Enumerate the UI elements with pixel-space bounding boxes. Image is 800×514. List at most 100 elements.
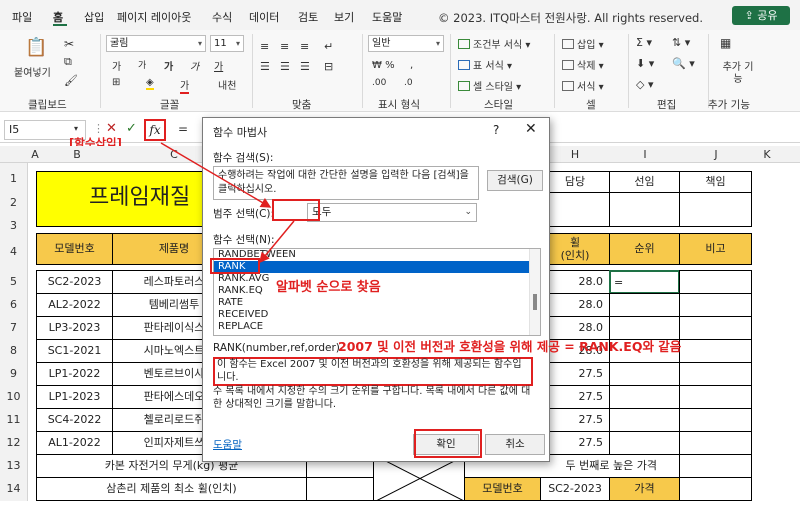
border-icon[interactable]: ⊞ bbox=[112, 77, 120, 88]
cell-wheel[interactable]: 27.5 bbox=[540, 408, 610, 432]
function-item[interactable]: RECEIVED bbox=[214, 309, 540, 321]
approval-header-manager[interactable]: 담당 bbox=[540, 171, 610, 193]
sort-filter-icon[interactable]: ⇅ ▾ bbox=[672, 36, 690, 49]
function-item[interactable]: RATE bbox=[214, 297, 540, 309]
font-size-select[interactable]: 11 ▾ bbox=[210, 35, 244, 52]
cell-model[interactable]: SC2-2023 bbox=[36, 270, 113, 294]
row-header[interactable]: 8 bbox=[0, 344, 28, 358]
cell-second-price-value[interactable] bbox=[679, 454, 752, 478]
row-header[interactable]: 12 bbox=[0, 436, 28, 450]
cancel-button[interactable]: 취소 bbox=[485, 434, 545, 455]
font-name-select[interactable]: 굴림 ▾ bbox=[106, 35, 206, 52]
approval-cell[interactable] bbox=[609, 192, 680, 227]
cell-note[interactable] bbox=[679, 431, 752, 455]
cell-price-value[interactable] bbox=[679, 477, 752, 501]
bold-icon[interactable]: 가 bbox=[164, 58, 173, 73]
autosum-icon[interactable]: Σ ▾ bbox=[636, 36, 652, 49]
row-header[interactable]: 5 bbox=[0, 275, 28, 289]
phonetic-icon[interactable]: 내천 bbox=[218, 77, 236, 92]
cell-rank[interactable] bbox=[609, 293, 680, 317]
approval-cell[interactable] bbox=[679, 192, 752, 227]
fill-icon[interactable]: ⬇ ▾ bbox=[636, 57, 654, 70]
cell-note[interactable] bbox=[679, 293, 752, 317]
increase-decimal-icon[interactable]: .00 bbox=[372, 78, 386, 88]
insert-function-button[interactable]: fx bbox=[144, 119, 166, 141]
row-header[interactable]: 6 bbox=[0, 298, 28, 312]
column-header-j[interactable]: J bbox=[680, 146, 752, 163]
tab-page-layout[interactable]: 페이지 레이아웃 bbox=[117, 9, 191, 25]
fill-color-icon[interactable]: ◈ bbox=[146, 77, 154, 90]
header-note[interactable]: 비고 bbox=[679, 233, 752, 265]
row-header[interactable]: 11 bbox=[0, 413, 28, 427]
row-header[interactable]: 1 bbox=[0, 172, 28, 186]
column-header-h[interactable]: H bbox=[540, 146, 610, 163]
accounting-icon[interactable]: ₩ % bbox=[372, 60, 395, 71]
cell-wheel[interactable]: 28.0 bbox=[540, 270, 610, 294]
font-grow-icon[interactable]: 가 bbox=[112, 58, 121, 73]
cell-note[interactable] bbox=[679, 408, 752, 432]
cell-model[interactable]: LP1-2022 bbox=[36, 362, 113, 386]
cell-model-label[interactable]: 모델번호 bbox=[464, 477, 541, 501]
number-format-select[interactable]: 일반 ▾ bbox=[368, 35, 444, 52]
comma-icon[interactable]: , bbox=[410, 60, 413, 71]
row-header[interactable]: 13 bbox=[0, 459, 28, 473]
column-header-i[interactable]: I bbox=[610, 146, 680, 163]
tab-data[interactable]: 데이터 bbox=[249, 9, 279, 25]
addin-button[interactable]: 추가 기능 bbox=[720, 62, 756, 86]
help-link[interactable]: 도움말 bbox=[213, 437, 242, 452]
dialog-close-button[interactable]: ✕ bbox=[525, 121, 537, 137]
approval-cell[interactable] bbox=[540, 192, 610, 227]
align-top-icon[interactable]: ≡ bbox=[260, 40, 269, 53]
function-item-selected[interactable]: RANK bbox=[214, 261, 540, 273]
tab-formulas[interactable]: 수식 bbox=[212, 9, 232, 25]
clear-icon[interactable]: ◇ ▾ bbox=[636, 78, 653, 91]
table-format-button[interactable]: 표 서식 ▾ bbox=[458, 57, 512, 72]
format-cells-button[interactable]: 서식 ▾ bbox=[562, 78, 604, 93]
category-select[interactable]: 모두 ⌄ bbox=[307, 203, 477, 222]
scroll-thumb[interactable] bbox=[533, 294, 537, 310]
tab-file[interactable]: 파일 bbox=[12, 9, 32, 25]
function-search-input[interactable]: 수행하려는 작업에 대한 간단한 설명을 입력한 다음 [검색]을 클릭하십시오… bbox=[213, 166, 479, 200]
align-left-icon[interactable]: ☰ bbox=[260, 60, 270, 73]
cell-min-wheel-value[interactable] bbox=[306, 477, 374, 501]
format-painter-icon[interactable]: 🖌 bbox=[64, 74, 78, 87]
italic-icon[interactable]: 가 bbox=[190, 58, 199, 73]
cell-rank[interactable] bbox=[609, 431, 680, 455]
cell-wheel[interactable]: 27.5 bbox=[540, 431, 610, 455]
cell-price-label[interactable]: 가격 bbox=[609, 477, 680, 501]
row-header[interactable]: 10 bbox=[0, 390, 28, 404]
share-button[interactable]: ⇪ 공유 bbox=[732, 6, 790, 25]
cell-min-wheel-label[interactable]: 삼촌리 제품의 최소 휠(인치) bbox=[36, 477, 307, 501]
find-icon[interactable]: 🔍 ▾ bbox=[672, 57, 695, 70]
tab-review[interactable]: 검토 bbox=[298, 9, 318, 25]
approval-header-chief[interactable]: 책임 bbox=[679, 171, 752, 193]
dialog-help-button[interactable]: ? bbox=[493, 123, 499, 137]
cell-model-input[interactable]: SC2-2023 bbox=[540, 477, 610, 501]
decrease-decimal-icon[interactable]: .0 bbox=[404, 78, 413, 88]
header-rank[interactable]: 순위 bbox=[609, 233, 680, 265]
copy-icon[interactable]: ⧉ bbox=[64, 55, 72, 69]
cell-style-button[interactable]: 셀 스타일 ▾ bbox=[458, 78, 521, 93]
cell-model[interactable]: AL2-2022 bbox=[36, 293, 113, 317]
cancel-icon[interactable]: ✕ bbox=[106, 121, 117, 136]
cell-rank[interactable] bbox=[609, 408, 680, 432]
cell-model[interactable]: SC4-2022 bbox=[36, 408, 113, 432]
approval-header-senior[interactable]: 선임 bbox=[609, 171, 680, 193]
addin-icon[interactable]: ▦ bbox=[720, 36, 731, 50]
cell-rank-active[interactable]: = bbox=[609, 270, 680, 294]
cell-note[interactable] bbox=[679, 385, 752, 409]
cell-note[interactable] bbox=[679, 339, 752, 363]
column-header-b[interactable]: B bbox=[42, 146, 112, 163]
cell-model[interactable]: LP3-2023 bbox=[36, 316, 113, 340]
merge-icon[interactable]: ⊟ bbox=[324, 60, 333, 73]
column-header-k[interactable]: K bbox=[752, 146, 782, 163]
paste-icon[interactable]: 📋 bbox=[25, 37, 47, 58]
font-color-icon[interactable]: 가 bbox=[180, 77, 190, 94]
cell-wheel[interactable]: 27.5 bbox=[540, 385, 610, 409]
tab-insert[interactable]: 삽입 bbox=[84, 9, 104, 25]
tab-view[interactable]: 보기 bbox=[334, 9, 354, 25]
cell-rank[interactable] bbox=[609, 385, 680, 409]
delete-cells-button[interactable]: 삭제 ▾ bbox=[562, 57, 604, 72]
cell-note[interactable] bbox=[679, 270, 752, 294]
insert-cells-button[interactable]: 삽입 ▾ bbox=[562, 36, 604, 51]
